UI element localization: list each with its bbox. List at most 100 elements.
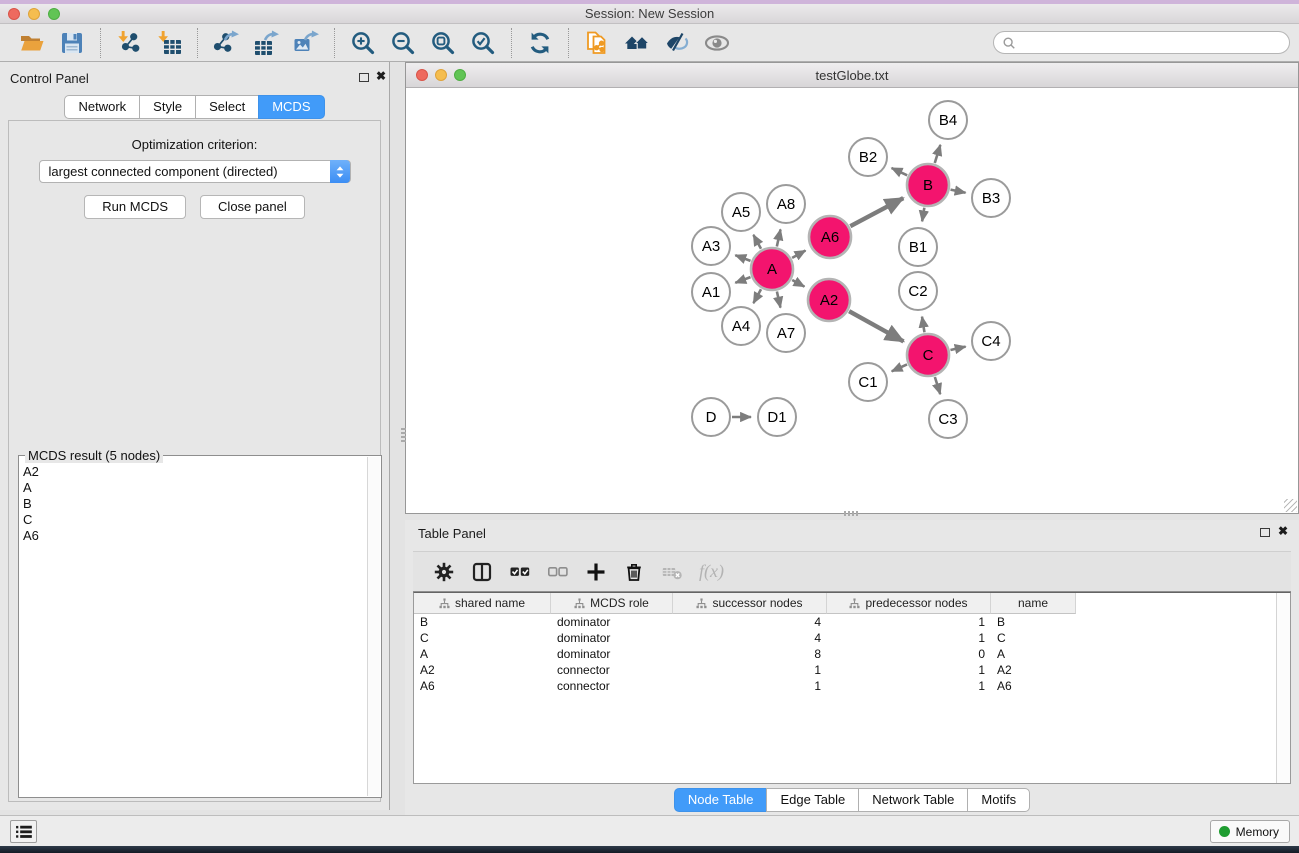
close-panel-icon[interactable]: ✖ xyxy=(376,69,386,83)
tab-style[interactable]: Style xyxy=(139,95,196,119)
table-cell[interactable]: dominator xyxy=(551,631,673,645)
edge-A-A4[interactable] xyxy=(753,289,761,303)
edge-A6-B[interactable] xyxy=(850,198,903,226)
close-window-button[interactable] xyxy=(8,8,20,20)
table-row[interactable]: Adominator80A xyxy=(414,646,1290,662)
edge-A-A6[interactable] xyxy=(792,251,805,258)
deselect-checkboxes-icon[interactable] xyxy=(546,560,570,584)
column-header-successor-nodes[interactable]: successor nodes xyxy=(673,593,827,614)
table-cell[interactable]: 4 xyxy=(673,615,827,629)
delete-column-icon[interactable] xyxy=(622,560,646,584)
export-table-icon[interactable] xyxy=(251,28,281,58)
table-cell[interactable]: connector xyxy=(551,663,673,677)
edge-A-A3[interactable] xyxy=(735,255,750,261)
save-icon[interactable] xyxy=(57,28,87,58)
close-panel-button[interactable]: Close panel xyxy=(200,195,305,219)
network-graph[interactable]: B4B2BB3A8A5A6B1A3AC2A1A2A4A7C4CC1C3DD1 xyxy=(406,88,1298,512)
add-column-icon[interactable] xyxy=(584,560,608,584)
column-header-MCDS-role[interactable]: MCDS role xyxy=(551,593,673,614)
split-table-icon[interactable] xyxy=(470,560,494,584)
memory-button[interactable]: Memory xyxy=(1210,820,1290,843)
node-A1[interactable]: A1 xyxy=(692,273,730,311)
import-table-icon[interactable] xyxy=(154,28,184,58)
table-row[interactable]: Bdominator41B xyxy=(414,614,1290,630)
edge-C-C3[interactable] xyxy=(935,377,940,394)
duplicate-network-icon[interactable] xyxy=(582,28,612,58)
table-cell[interactable]: A6 xyxy=(414,679,551,693)
float-panel-icon[interactable] xyxy=(359,73,369,82)
node-A7[interactable]: A7 xyxy=(767,314,805,352)
maximize-window-button[interactable] xyxy=(48,8,60,20)
edge-A-A1[interactable] xyxy=(735,277,750,283)
open-folder-icon[interactable] xyxy=(17,28,47,58)
edge-B-B1[interactable] xyxy=(922,208,924,222)
table-row[interactable]: A2connector11A2 xyxy=(414,662,1290,678)
table-close-panel-icon[interactable]: ✖ xyxy=(1278,524,1288,538)
net-maximize-button[interactable] xyxy=(454,69,466,81)
node-C3[interactable]: C3 xyxy=(929,400,967,438)
edge-A-A7[interactable] xyxy=(777,291,781,307)
table-cell[interactable]: 4 xyxy=(673,631,827,645)
mcds-result-item[interactable]: C xyxy=(23,512,381,528)
node-C2[interactable]: C2 xyxy=(899,272,937,310)
table-cell[interactable]: dominator xyxy=(551,615,673,629)
edge-C-C1[interactable] xyxy=(892,364,907,371)
node-A8[interactable]: A8 xyxy=(767,185,805,223)
mcds-result-item[interactable]: A6 xyxy=(23,528,381,544)
select-all-checkboxes-icon[interactable] xyxy=(508,560,532,584)
tab-edge-table[interactable]: Edge Table xyxy=(766,788,859,812)
table-row[interactable]: A6connector11A6 xyxy=(414,678,1290,694)
table-cell[interactable]: connector xyxy=(551,679,673,693)
table-cell[interactable]: A6 xyxy=(991,679,1076,693)
zoom-selected-icon[interactable] xyxy=(468,28,498,58)
net-minimize-button[interactable] xyxy=(435,69,447,81)
mcds-result-item[interactable]: B xyxy=(23,496,381,512)
window-resize-grip[interactable] xyxy=(1284,499,1297,512)
node-D1[interactable]: D1 xyxy=(758,398,796,436)
table-cell[interactable]: A xyxy=(991,647,1076,661)
eye-icon[interactable] xyxy=(702,28,732,58)
net-close-button[interactable] xyxy=(416,69,428,81)
mcds-result-item[interactable]: A2 xyxy=(23,464,381,480)
table-cell[interactable]: 1 xyxy=(827,615,991,629)
column-header-predecessor-nodes[interactable]: predecessor nodes xyxy=(827,593,991,614)
node-A4[interactable]: A4 xyxy=(722,307,760,345)
node-D[interactable]: D xyxy=(692,398,730,436)
edge-B-B2[interactable] xyxy=(892,168,908,175)
table-float-panel-icon[interactable] xyxy=(1260,528,1270,537)
table-cell[interactable]: A2 xyxy=(414,663,551,677)
edge-B-B3[interactable] xyxy=(951,190,966,193)
edge-A-A5[interactable] xyxy=(753,235,761,249)
node-B1[interactable]: B1 xyxy=(899,228,937,266)
optimization-dropdown[interactable]: largest connected component (directed) xyxy=(39,160,351,183)
node-B4[interactable]: B4 xyxy=(929,101,967,139)
edge-A-A8[interactable] xyxy=(777,229,781,246)
export-network-icon[interactable] xyxy=(211,28,241,58)
node-A2[interactable]: A2 xyxy=(808,279,850,321)
mcds-result-item[interactable]: A xyxy=(23,480,381,496)
node-A5[interactable]: A5 xyxy=(722,193,760,231)
tab-motifs[interactable]: Motifs xyxy=(967,788,1030,812)
table-cell[interactable]: 1 xyxy=(673,679,827,693)
node-C[interactable]: C xyxy=(907,334,949,376)
table-row[interactable]: Cdominator41C xyxy=(414,630,1290,646)
column-header-shared-name[interactable]: shared name xyxy=(414,593,551,614)
tab-select[interactable]: Select xyxy=(195,95,259,119)
node-A[interactable]: A xyxy=(751,248,793,290)
table-cell[interactable]: 1 xyxy=(827,679,991,693)
zoom-in-icon[interactable] xyxy=(348,28,378,58)
table-cell[interactable]: 1 xyxy=(827,631,991,645)
node-C1[interactable]: C1 xyxy=(849,363,887,401)
table-cell[interactable]: 0 xyxy=(827,647,991,661)
tab-network[interactable]: Network xyxy=(64,95,140,119)
settings-gear-icon[interactable] xyxy=(432,560,456,584)
table-cell[interactable]: C xyxy=(991,631,1076,645)
table-cell[interactable]: B xyxy=(414,615,551,629)
edge-A2-C[interactable] xyxy=(849,311,903,341)
table-cell[interactable]: A xyxy=(414,647,551,661)
table-cell[interactable]: B xyxy=(991,615,1076,629)
search-field[interactable] xyxy=(993,31,1290,54)
minimize-window-button[interactable] xyxy=(28,8,40,20)
network-window-titlebar[interactable]: testGlobe.txt xyxy=(406,63,1298,88)
zoom-out-icon[interactable] xyxy=(388,28,418,58)
